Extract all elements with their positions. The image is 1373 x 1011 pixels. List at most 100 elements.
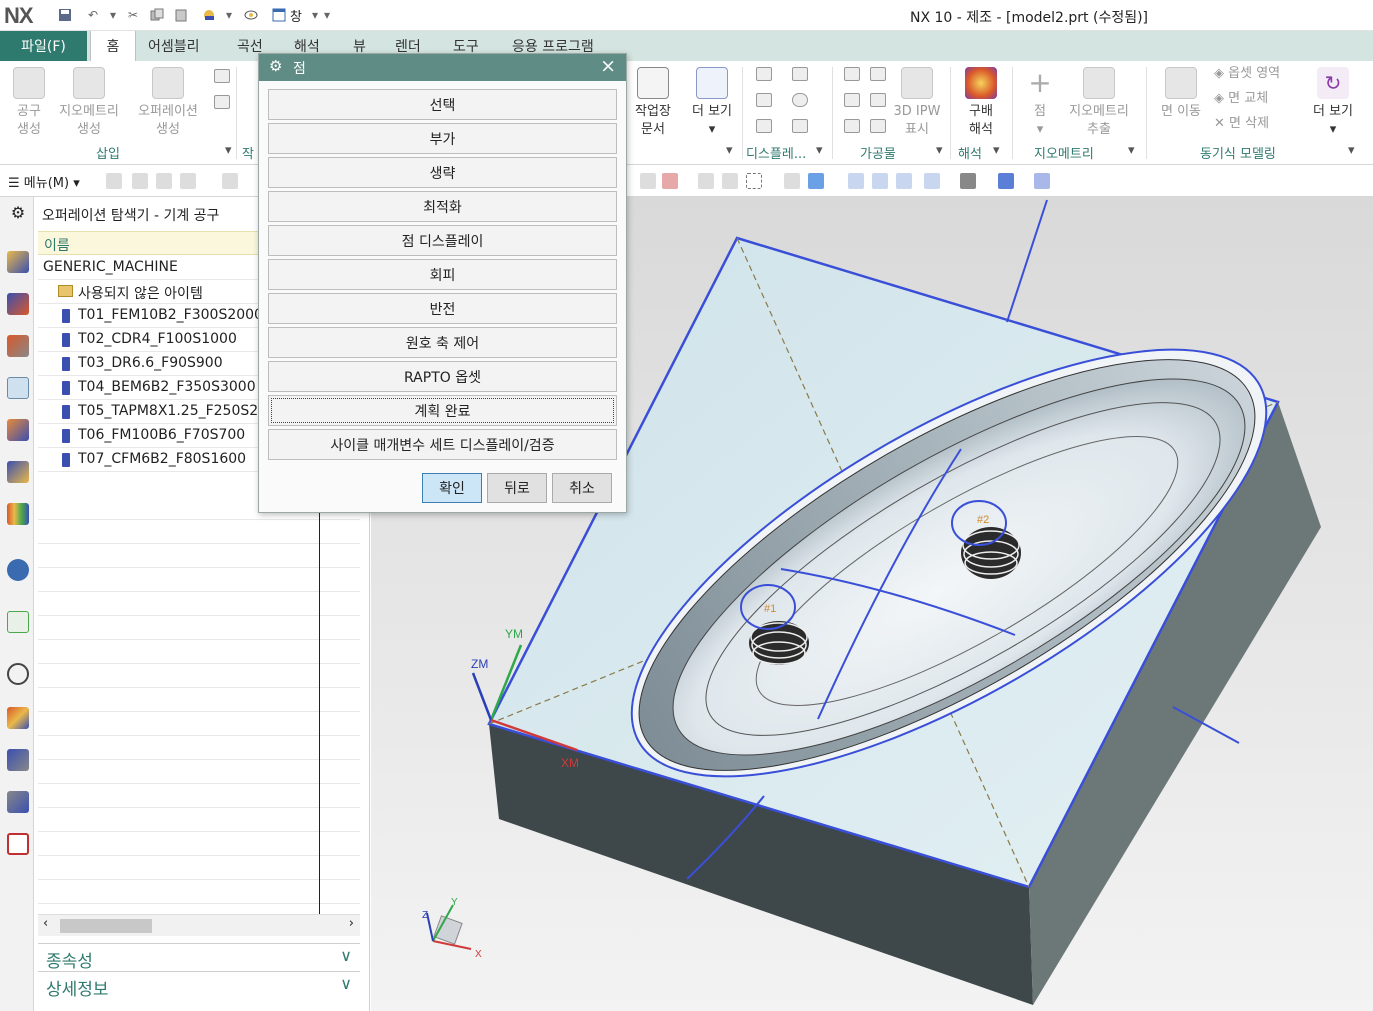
reuse-library-icon[interactable] <box>7 419 29 441</box>
delete-face-button[interactable]: ✕ 면 삭제 <box>1214 115 1269 133</box>
chevron-down-icon[interactable]: ∨ <box>340 946 352 965</box>
create-geometry-button[interactable]: 지오메트리 생성 <box>54 67 124 139</box>
dependency-panel[interactable]: 종속성 ∨ <box>38 943 360 972</box>
window-menu[interactable]: 창 <box>290 6 302 25</box>
tab-assembly[interactable]: 어셈블리 <box>148 31 200 61</box>
spline-icon[interactable] <box>792 119 808 133</box>
ribbon-small-icon[interactable] <box>214 69 230 83</box>
create-tool-button[interactable]: 공구 생성 <box>8 67 50 139</box>
chevron-down-icon[interactable]: ∨ <box>340 974 352 993</box>
move-face-button[interactable]: 면 이동 <box>1156 67 1206 121</box>
find-command-icon[interactable] <box>242 6 260 24</box>
more-view-button[interactable]: 더 보기 ▾ <box>686 67 738 139</box>
dialog-header[interactable]: ⚙ 점 × <box>259 54 626 81</box>
create-operation-button[interactable]: 오퍼레이션 생성 <box>133 67 203 139</box>
machine-tool-navigator-icon[interactable] <box>7 251 29 273</box>
group-expand-icon[interactable]: ▾ <box>726 143 733 158</box>
details-panel[interactable]: 상세정보 ∨ <box>38 971 360 1000</box>
render-style-icon[interactable] <box>960 173 976 189</box>
group-expand-icon[interactable]: ▾ <box>225 143 232 158</box>
append-button[interactable]: 부가 <box>268 123 617 154</box>
window-icon[interactable] <box>270 6 288 24</box>
system-materials-icon[interactable] <box>7 707 29 729</box>
rapto-offset-button[interactable]: RAPTO 옵셋 <box>268 361 617 392</box>
threaded-hole-2[interactable] <box>961 527 1021 579</box>
arc-axis-control-button[interactable]: 원호 축 제어 <box>268 327 617 358</box>
draft-analysis-button[interactable]: 구배 해석 <box>960 67 1002 139</box>
gear-icon[interactable]: ⚙ <box>7 203 29 225</box>
replace-face-button[interactable]: ◈ 면 교체 <box>1214 90 1268 108</box>
scroll-left-icon[interactable]: ‹ <box>43 916 48 931</box>
group-expand-icon[interactable]: ▾ <box>1128 143 1135 158</box>
display-cycle-parameter-sets-button[interactable]: 사이클 매개변수 세트 디스플레이/검증 <box>268 429 617 460</box>
operation-navigator-icon[interactable] <box>7 377 29 399</box>
machining-small-icon[interactable] <box>870 119 886 133</box>
role-icon[interactable] <box>7 791 29 813</box>
machining-small-icon[interactable] <box>844 67 860 81</box>
circle-icon[interactable] <box>792 93 808 107</box>
select-button[interactable]: 선택 <box>268 89 617 120</box>
machining-small-icon[interactable] <box>870 93 886 107</box>
snap-icon[interactable] <box>722 173 738 189</box>
ribbon-small-icon[interactable] <box>214 95 230 109</box>
selection-filter-icon[interactable] <box>106 173 122 189</box>
tab-home[interactable]: 홈 <box>90 31 136 61</box>
file-menu[interactable]: 파일(F) <box>0 31 87 61</box>
shaded-cube-icon[interactable] <box>808 173 824 189</box>
plan-complete-button[interactable]: 계획 완료 <box>268 395 617 426</box>
optimize-button[interactable]: 최적화 <box>268 191 617 222</box>
edit-object-display-icon[interactable] <box>1034 173 1050 189</box>
save-icon[interactable] <box>56 6 74 24</box>
dropdown-arrow-icon[interactable]: ▾ <box>104 6 122 24</box>
scrollbar-thumb[interactable] <box>60 919 152 933</box>
shop-documentation-button[interactable]: 작업장 문서 <box>630 67 676 139</box>
ok-button[interactable]: 확인 <box>422 473 482 503</box>
machining-library-icon[interactable] <box>7 461 29 483</box>
machining-small-icon[interactable] <box>870 67 886 81</box>
snap-point-icon[interactable] <box>222 173 238 189</box>
system-scenes-icon[interactable] <box>7 833 29 855</box>
undo-icon[interactable]: ↶ <box>84 6 102 24</box>
close-icon[interactable]: × <box>600 55 616 77</box>
zoom-icon[interactable] <box>872 173 888 189</box>
display-points-button[interactable]: 점 디스플레이 <box>268 225 617 256</box>
display-cube-icon[interactable] <box>998 173 1014 189</box>
avoid-button[interactable]: 회피 <box>268 259 617 290</box>
offset-region-button[interactable]: ◈ 옵셋 영역 <box>1214 65 1280 83</box>
machining-small-icon[interactable] <box>844 119 860 133</box>
orient-view-icon[interactable] <box>924 173 940 189</box>
gear-icon[interactable]: ⚙ <box>269 57 282 75</box>
snap-icon[interactable] <box>698 173 714 189</box>
dropdown-arrow-icon[interactable]: ▾ <box>220 6 238 24</box>
selection-filter-icon[interactable] <box>156 173 172 189</box>
snap-icon[interactable] <box>640 173 656 189</box>
selection-filter-icon[interactable] <box>132 173 148 189</box>
horizontal-scrollbar[interactable]: ‹ › <box>38 914 360 936</box>
info-icon[interactable] <box>7 559 29 581</box>
column-divider[interactable] <box>319 497 320 917</box>
rectangle-select-icon[interactable] <box>746 173 762 189</box>
display-small-icon[interactable] <box>756 93 772 107</box>
fit-view-icon[interactable] <box>848 173 864 189</box>
customize-quick-access-icon[interactable]: ▾ <box>318 6 336 24</box>
group-expand-icon[interactable]: ▾ <box>993 143 1000 158</box>
process-studio-icon[interactable] <box>7 749 29 771</box>
group-expand-icon[interactable]: ▾ <box>1348 143 1355 158</box>
display-small-icon[interactable] <box>792 67 808 81</box>
cancel-button[interactable]: 취소 <box>552 473 612 503</box>
rotate-icon[interactable] <box>896 173 912 189</box>
history-clock-icon[interactable] <box>7 663 29 685</box>
palette-icon[interactable] <box>7 503 29 525</box>
machining-small-icon[interactable] <box>844 93 860 107</box>
paste-icon[interactable] <box>172 6 190 24</box>
display-small-icon[interactable] <box>756 119 772 133</box>
3d-ipw-display-button[interactable]: 3D IPW 표시 <box>892 67 942 139</box>
group-expand-icon[interactable]: ▾ <box>936 143 943 158</box>
display-small-icon[interactable] <box>756 67 772 81</box>
cut-icon[interactable]: ✂ <box>124 6 142 24</box>
selection-filter-icon[interactable] <box>180 173 196 189</box>
view-icon[interactable] <box>784 173 800 189</box>
web-browser-icon[interactable] <box>7 611 29 633</box>
scroll-right-icon[interactable]: › <box>349 916 354 931</box>
reverse-button[interactable]: 반전 <box>268 293 617 324</box>
